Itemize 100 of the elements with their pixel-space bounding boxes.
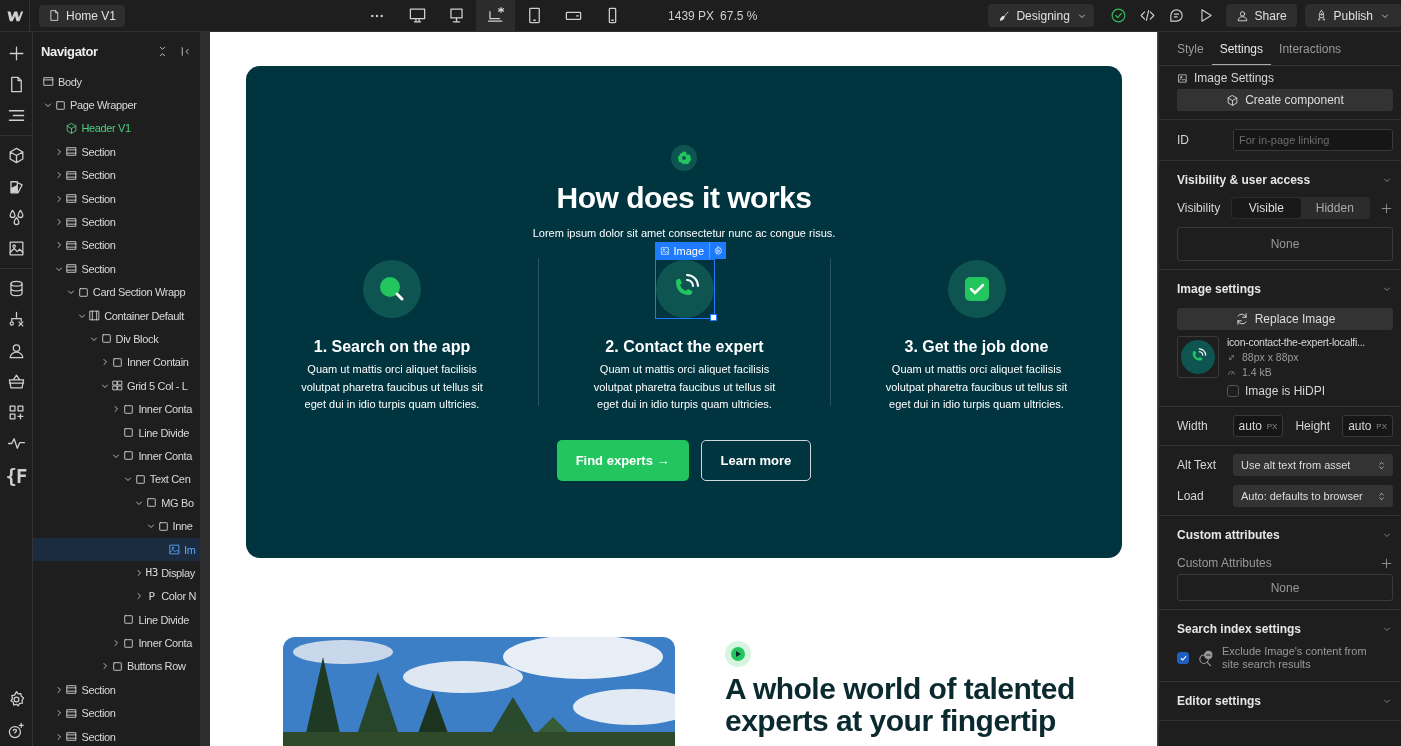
visibility-toggle[interactable]: Visible Hidden xyxy=(1231,197,1370,219)
section-icon[interactable] xyxy=(65,145,79,159)
tree-item[interactable]: Inner Conta xyxy=(33,631,195,655)
square-icon[interactable] xyxy=(111,659,124,673)
section-icon[interactable] xyxy=(65,192,79,206)
square-icon[interactable] xyxy=(122,449,136,463)
tree-item[interactable]: Section xyxy=(33,140,118,164)
help-icon[interactable] xyxy=(6,721,26,740)
size-field[interactable]: auto PX xyxy=(1232,415,1284,437)
desktop-icon[interactable] xyxy=(408,6,428,25)
tree-item[interactable]: Page Wrapper xyxy=(33,93,139,117)
tree-item[interactable]: Line Divide xyxy=(33,420,191,445)
page-icon[interactable] xyxy=(48,9,61,22)
load-select[interactable]: Auto: defaults to browser xyxy=(1233,485,1393,507)
learn-more-button[interactable]: Learn more xyxy=(700,440,812,481)
refresh-icon[interactable] xyxy=(1234,312,1249,326)
panel-tab[interactable]: Settings xyxy=(1211,32,1272,65)
tree-item[interactable]: H3 Display xyxy=(33,561,197,585)
grid-icon[interactable] xyxy=(111,379,124,393)
tree-item[interactable]: P Color N xyxy=(33,584,199,608)
share-button[interactable]: Share xyxy=(1225,4,1297,27)
square-icon[interactable] xyxy=(133,472,147,486)
checkbox[interactable] xyxy=(1177,652,1189,664)
tree-item[interactable]: Card Section Wrapp xyxy=(33,280,188,304)
square-icon[interactable] xyxy=(122,402,136,416)
square-icon[interactable] xyxy=(122,636,136,650)
select-arrows-icon[interactable] xyxy=(1376,490,1387,502)
square-icon[interactable] xyxy=(156,519,170,533)
square-icon[interactable] xyxy=(99,332,113,346)
tree-item[interactable]: Section xyxy=(33,724,118,746)
panel-tab[interactable]: Interactions xyxy=(1271,32,1350,65)
add-icon[interactable] xyxy=(1380,556,1393,570)
square-icon[interactable] xyxy=(111,355,124,369)
add-icon[interactable] xyxy=(1380,201,1393,215)
tree-item[interactable]: Inner Conta xyxy=(33,444,195,468)
user-icon[interactable] xyxy=(1235,9,1249,22)
tree-item[interactable]: Container Default xyxy=(33,303,186,328)
image-icon[interactable] xyxy=(1177,72,1188,84)
tree-item[interactable]: Body xyxy=(33,70,84,94)
container-icon[interactable] xyxy=(88,309,102,323)
mode-dropdown[interactable]: Designing xyxy=(988,4,1095,27)
section-icon[interactable] xyxy=(65,238,79,252)
tree-item[interactable]: Inne xyxy=(33,514,195,538)
section-icon[interactable] xyxy=(65,262,79,276)
tree-item[interactable]: MG Bo xyxy=(33,491,196,515)
select-arrows-icon[interactable] xyxy=(1376,459,1387,471)
tree-item[interactable]: Buttons Row xyxy=(33,654,188,679)
square-icon[interactable] xyxy=(76,285,90,299)
comment-icon[interactable] xyxy=(1167,7,1185,24)
tree-item[interactable]: Section xyxy=(33,257,118,281)
tree-item[interactable]: Inner Contain xyxy=(33,350,191,375)
tree-item[interactable]: Section xyxy=(33,163,118,187)
page-selector[interactable]: Home V1 xyxy=(39,4,126,27)
id-field[interactable]: For in-page linking xyxy=(1233,129,1393,151)
basket-icon[interactable] xyxy=(6,372,26,391)
size-field[interactable]: auto PX xyxy=(1342,415,1393,437)
panel-tab[interactable]: Style xyxy=(1169,32,1212,65)
rail-logo[interactable]: {F xyxy=(5,459,27,493)
square-icon[interactable] xyxy=(145,496,159,510)
tree-item[interactable]: Header V1 xyxy=(33,116,133,141)
section-icon[interactable] xyxy=(65,168,79,182)
tree-item[interactable]: Grid 5 Col - L xyxy=(33,374,190,398)
section-icon[interactable] xyxy=(65,730,79,744)
replace-image-button[interactable]: Replace Image xyxy=(1177,308,1393,330)
image-icon[interactable] xyxy=(168,543,181,556)
section-icon[interactable] xyxy=(65,215,79,229)
tree-item[interactable]: Line Divide xyxy=(33,608,191,632)
section-icon[interactable] xyxy=(65,683,79,697)
square-icon[interactable] xyxy=(122,426,136,440)
visibility-option[interactable]: Visible xyxy=(1232,198,1301,218)
code-icon[interactable] xyxy=(1138,7,1156,24)
breakpoint-button[interactable] xyxy=(476,0,516,31)
tree-item[interactable]: Section xyxy=(33,233,118,258)
create-component-button[interactable]: Create component xyxy=(1177,89,1393,111)
tree-item[interactable]: Text Cen xyxy=(33,467,193,492)
square-icon[interactable] xyxy=(54,98,67,112)
tree-item[interactable]: Section xyxy=(33,186,118,211)
square-icon[interactable] xyxy=(122,613,136,627)
dock-icon[interactable] xyxy=(179,44,192,58)
laptop-icon[interactable] xyxy=(486,6,506,25)
visibility-option[interactable]: Hidden xyxy=(1300,198,1369,218)
tree-item[interactable]: Inner Conta xyxy=(33,397,195,421)
body-icon[interactable] xyxy=(42,75,55,89)
tree-item[interactable]: Section xyxy=(33,701,118,725)
resize-icon[interactable] xyxy=(1227,352,1236,362)
search-exclude-icon[interactable] xyxy=(1197,649,1214,667)
tree-item[interactable]: Im xyxy=(33,537,200,562)
section-icon[interactable] xyxy=(65,706,79,720)
tree-item[interactable]: Div Block xyxy=(33,327,161,351)
resize-handle[interactable] xyxy=(709,314,717,321)
component-icon[interactable] xyxy=(65,121,79,135)
publish-button[interactable]: Publish xyxy=(1304,4,1401,27)
tree-item[interactable]: Section xyxy=(33,678,118,702)
selection-outline[interactable] xyxy=(654,259,715,319)
checkbox[interactable] xyxy=(1227,385,1239,397)
brush-icon[interactable] xyxy=(998,9,1011,22)
alt-text-select[interactable]: Use alt text from asset xyxy=(1233,454,1393,476)
tree-item[interactable]: Section xyxy=(33,210,118,234)
cube-icon[interactable] xyxy=(1226,93,1240,107)
scrollbar[interactable] xyxy=(200,32,210,746)
